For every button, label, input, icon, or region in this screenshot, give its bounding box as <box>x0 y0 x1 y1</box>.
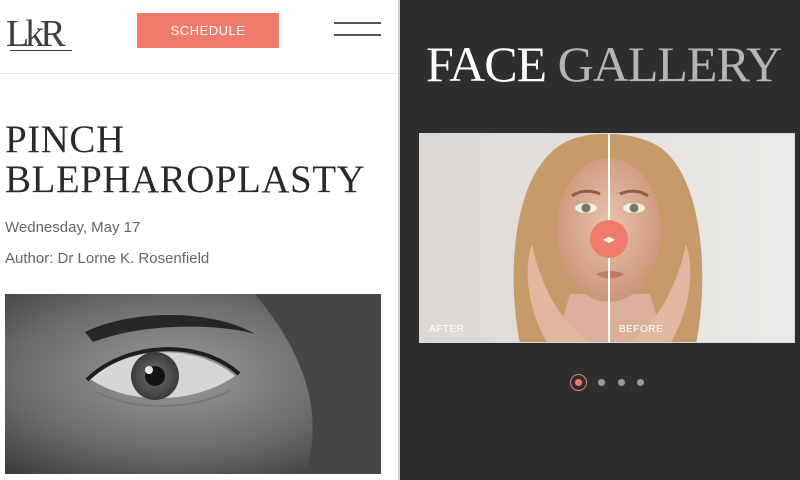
site-logo[interactable]: LkR <box>6 14 66 54</box>
after-label: AFTER <box>429 324 465 335</box>
gallery-title-word2: GALLERY <box>557 36 783 92</box>
before-after-slider[interactable]: ◂▸ AFTER BEFORE <box>419 133 795 343</box>
face-gallery-panel: FACE GALLERY ◂▸ AFTER BEFORE <box>400 0 800 480</box>
carousel-dot-2[interactable] <box>598 379 605 386</box>
carousel-dot-1[interactable] <box>570 374 587 391</box>
article-author: Author: Dr Lorne K. Rosenfield <box>5 250 210 267</box>
carousel-dot-4[interactable] <box>637 379 644 386</box>
menu-bar-bottom <box>334 34 381 36</box>
blog-page: LkR SCHEDULE PINCH BLEPHAROPLASTY Wednes… <box>0 0 398 480</box>
carousel-dot-3[interactable] <box>618 379 625 386</box>
eye-closeup-photo <box>5 294 381 474</box>
article-date: Wednesday, May 17 <box>5 219 141 236</box>
before-label: BEFORE <box>619 324 664 335</box>
left-right-arrows-icon[interactable]: ◂▸ <box>590 220 628 258</box>
article-title: PINCH BLEPHAROPLASTY <box>5 118 366 201</box>
hamburger-menu-icon[interactable] <box>334 20 381 40</box>
gallery-title-word1: FACE <box>426 36 547 92</box>
logo-underline <box>10 50 72 51</box>
site-header: LkR SCHEDULE <box>0 0 398 74</box>
menu-bar-top <box>334 22 381 24</box>
carousel-pagination <box>570 374 650 391</box>
gallery-title: FACE GALLERY <box>426 36 783 92</box>
schedule-button[interactable]: SCHEDULE <box>137 13 279 48</box>
